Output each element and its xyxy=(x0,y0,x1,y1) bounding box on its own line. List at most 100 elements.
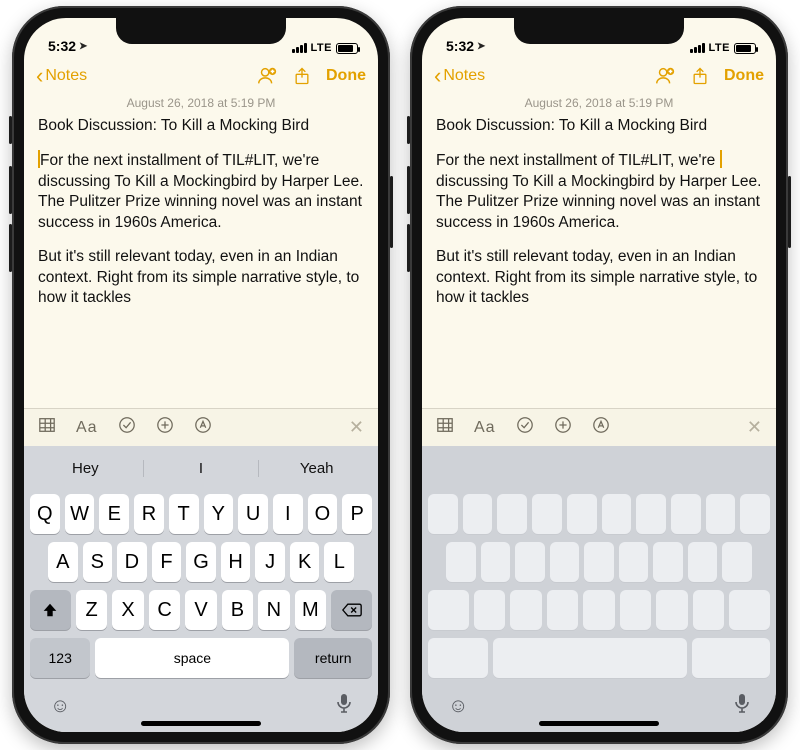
suggestion[interactable]: Yeah xyxy=(258,460,374,477)
suggestion[interactable]: I xyxy=(143,460,259,477)
key-b[interactable]: B xyxy=(620,590,651,630)
back-button[interactable]: ‹ Notes xyxy=(36,65,87,87)
key-w[interactable]: W xyxy=(65,494,95,534)
key-x[interactable]: X xyxy=(510,590,541,630)
key-t[interactable]: T xyxy=(169,494,199,534)
key-l[interactable]: L xyxy=(324,542,354,582)
key-f[interactable]: F xyxy=(550,542,580,582)
key-d[interactable]: D xyxy=(515,542,545,582)
key-a[interactable]: A xyxy=(48,542,78,582)
key-s[interactable]: S xyxy=(481,542,511,582)
key-n[interactable]: N xyxy=(656,590,687,630)
markup-icon[interactable] xyxy=(194,416,212,439)
key-u[interactable]: U xyxy=(636,494,666,534)
numbers-key[interactable]: 123 xyxy=(30,638,90,678)
key-i[interactable]: I xyxy=(671,494,701,534)
keyboard[interactable]: Hey I Yeah QWERTYUIOP ASDFGHJKL ZXCVBNM xyxy=(24,446,378,732)
backspace-key[interactable] xyxy=(331,590,372,630)
note-editor[interactable]: Book Discussion: To Kill a Mocking Bird … xyxy=(422,116,776,408)
key-h[interactable]: H xyxy=(619,542,649,582)
key-c[interactable]: C xyxy=(149,590,180,630)
key-y[interactable]: Y xyxy=(204,494,234,534)
close-toolbar-icon[interactable]: ✕ xyxy=(349,417,364,438)
status-time: 5:32 xyxy=(446,38,474,54)
key-e[interactable]: E xyxy=(99,494,129,534)
key-p[interactable]: P xyxy=(342,494,372,534)
key-y[interactable]: Y xyxy=(602,494,632,534)
note-editor[interactable]: Book Discussion: To Kill a Mocking Bird … xyxy=(24,116,378,408)
key-q[interactable]: Q xyxy=(30,494,60,534)
key-h[interactable]: H xyxy=(221,542,251,582)
numbers-key[interactable]: . xyxy=(428,638,488,678)
key-n[interactable]: N xyxy=(258,590,289,630)
key-g[interactable]: G xyxy=(584,542,614,582)
return-key[interactable]: return xyxy=(294,638,372,678)
key-j[interactable]: J xyxy=(255,542,285,582)
key-r[interactable]: R xyxy=(134,494,164,534)
text-format-button[interactable]: Aa xyxy=(76,419,98,437)
share-icon[interactable] xyxy=(690,66,710,86)
space-key[interactable]: space xyxy=(95,638,289,678)
add-people-icon[interactable] xyxy=(654,65,676,87)
key-e[interactable]: E xyxy=(497,494,527,534)
key-b[interactable]: B xyxy=(222,590,253,630)
dictation-key[interactable] xyxy=(734,693,750,719)
markup-icon[interactable] xyxy=(592,416,610,439)
add-people-icon[interactable] xyxy=(256,65,278,87)
key-m[interactable]: M xyxy=(693,590,724,630)
key-r[interactable]: R xyxy=(532,494,562,534)
key-q[interactable]: Q xyxy=(428,494,458,534)
text-format-button[interactable]: Aa xyxy=(474,419,496,437)
key-a[interactable]: A xyxy=(446,542,476,582)
suggestion[interactable]: Hey xyxy=(28,460,143,477)
nav-bar: ‹ Notes xyxy=(422,56,776,96)
key-c[interactable]: C xyxy=(547,590,578,630)
key-o[interactable]: O xyxy=(706,494,736,534)
key-j[interactable]: J xyxy=(653,542,683,582)
shift-key[interactable] xyxy=(30,590,71,630)
key-v[interactable]: V xyxy=(583,590,614,630)
add-attachment-icon[interactable] xyxy=(554,416,572,439)
battery-icon xyxy=(734,43,756,54)
back-button[interactable]: ‹ Notes xyxy=(434,65,485,87)
home-indicator[interactable] xyxy=(141,721,261,726)
dictation-key[interactable] xyxy=(336,693,352,719)
return-key[interactable]: . xyxy=(692,638,770,678)
key-o[interactable]: O xyxy=(308,494,338,534)
key-w[interactable]: W xyxy=(463,494,493,534)
network-label: LTE xyxy=(709,42,730,54)
key-i[interactable]: I xyxy=(273,494,303,534)
keyboard-trackpad-mode[interactable]: QWERTYUIOP ASDFGHJKL . ZXCVBNM . . . . ☺ xyxy=(422,446,776,732)
key-l[interactable]: L xyxy=(722,542,752,582)
key-z[interactable]: Z xyxy=(76,590,107,630)
checklist-icon[interactable] xyxy=(516,416,534,439)
table-icon[interactable] xyxy=(38,416,56,439)
key-u[interactable]: U xyxy=(238,494,268,534)
emoji-key[interactable]: ☺ xyxy=(50,695,70,718)
emoji-key[interactable]: ☺ xyxy=(448,695,468,718)
checklist-icon[interactable] xyxy=(118,416,136,439)
key-k[interactable]: K xyxy=(290,542,320,582)
close-toolbar-icon[interactable]: ✕ xyxy=(747,417,762,438)
backspace-key[interactable]: . xyxy=(729,590,770,630)
key-p[interactable]: P xyxy=(740,494,770,534)
table-icon[interactable] xyxy=(436,416,454,439)
key-g[interactable]: G xyxy=(186,542,216,582)
key-f[interactable]: F xyxy=(152,542,182,582)
key-v[interactable]: V xyxy=(185,590,216,630)
share-icon[interactable] xyxy=(292,66,312,86)
space-key[interactable]: . xyxy=(493,638,687,678)
done-button[interactable]: Done xyxy=(724,67,764,85)
key-s[interactable]: S xyxy=(83,542,113,582)
key-k[interactable]: K xyxy=(688,542,718,582)
add-attachment-icon[interactable] xyxy=(156,416,174,439)
notch xyxy=(116,18,286,44)
key-x[interactable]: X xyxy=(112,590,143,630)
home-indicator[interactable] xyxy=(539,721,659,726)
key-z[interactable]: Z xyxy=(474,590,505,630)
key-t[interactable]: T xyxy=(567,494,597,534)
shift-key[interactable]: . xyxy=(428,590,469,630)
key-m[interactable]: M xyxy=(295,590,326,630)
done-button[interactable]: Done xyxy=(326,67,366,85)
key-d[interactable]: D xyxy=(117,542,147,582)
